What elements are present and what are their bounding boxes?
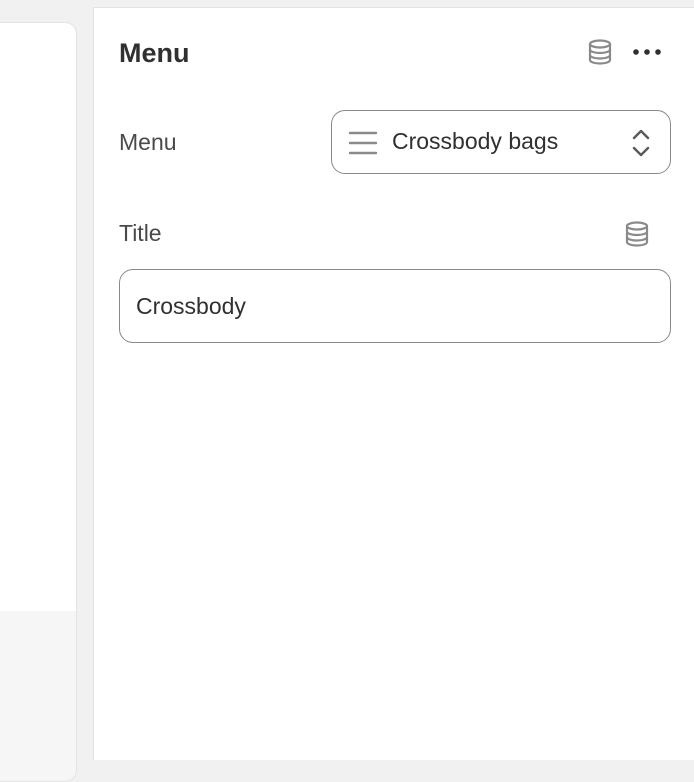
menu-select-value: Crossbody bags — [392, 128, 559, 154]
list-icon — [348, 128, 378, 163]
title-input[interactable] — [119, 269, 671, 343]
title-field: Title — [119, 216, 671, 346]
top-divider — [93, 0, 694, 8]
menu-label: Menu — [119, 129, 177, 155]
more-horizontal-icon[interactable] — [631, 36, 663, 68]
editor-canvas — [0, 0, 93, 782]
page-preview[interactable] — [0, 22, 77, 782]
chevron-up-down-icon — [632, 128, 650, 163]
database-icon[interactable] — [619, 216, 655, 252]
menu-select[interactable]: Crossbody bags — [331, 110, 671, 174]
title-label: Title — [119, 220, 162, 246]
preview-section — [0, 611, 76, 781]
panel-title: Menu — [119, 38, 190, 68]
menu-field: Menu Crossbody bags — [119, 110, 671, 174]
settings-panel: Menu Menu Crossbody bags Title Crossbody — [93, 8, 694, 760]
panel-header: Menu — [119, 34, 669, 70]
database-icon[interactable] — [584, 36, 616, 68]
